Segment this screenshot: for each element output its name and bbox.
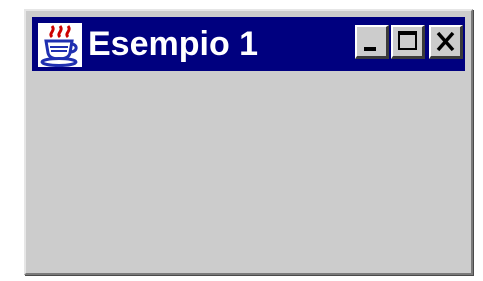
maximize-button[interactable] [391, 25, 425, 59]
java-coffee-cup-icon[interactable] [38, 23, 82, 67]
window-content-area [32, 77, 465, 265]
title-bar[interactable]: Esempio 1 [32, 17, 465, 71]
close-button[interactable] [429, 25, 463, 59]
minimize-button[interactable] [355, 25, 389, 59]
window-title: Esempio 1 [88, 25, 259, 63]
application-window: Esempio 1 [24, 9, 473, 275]
